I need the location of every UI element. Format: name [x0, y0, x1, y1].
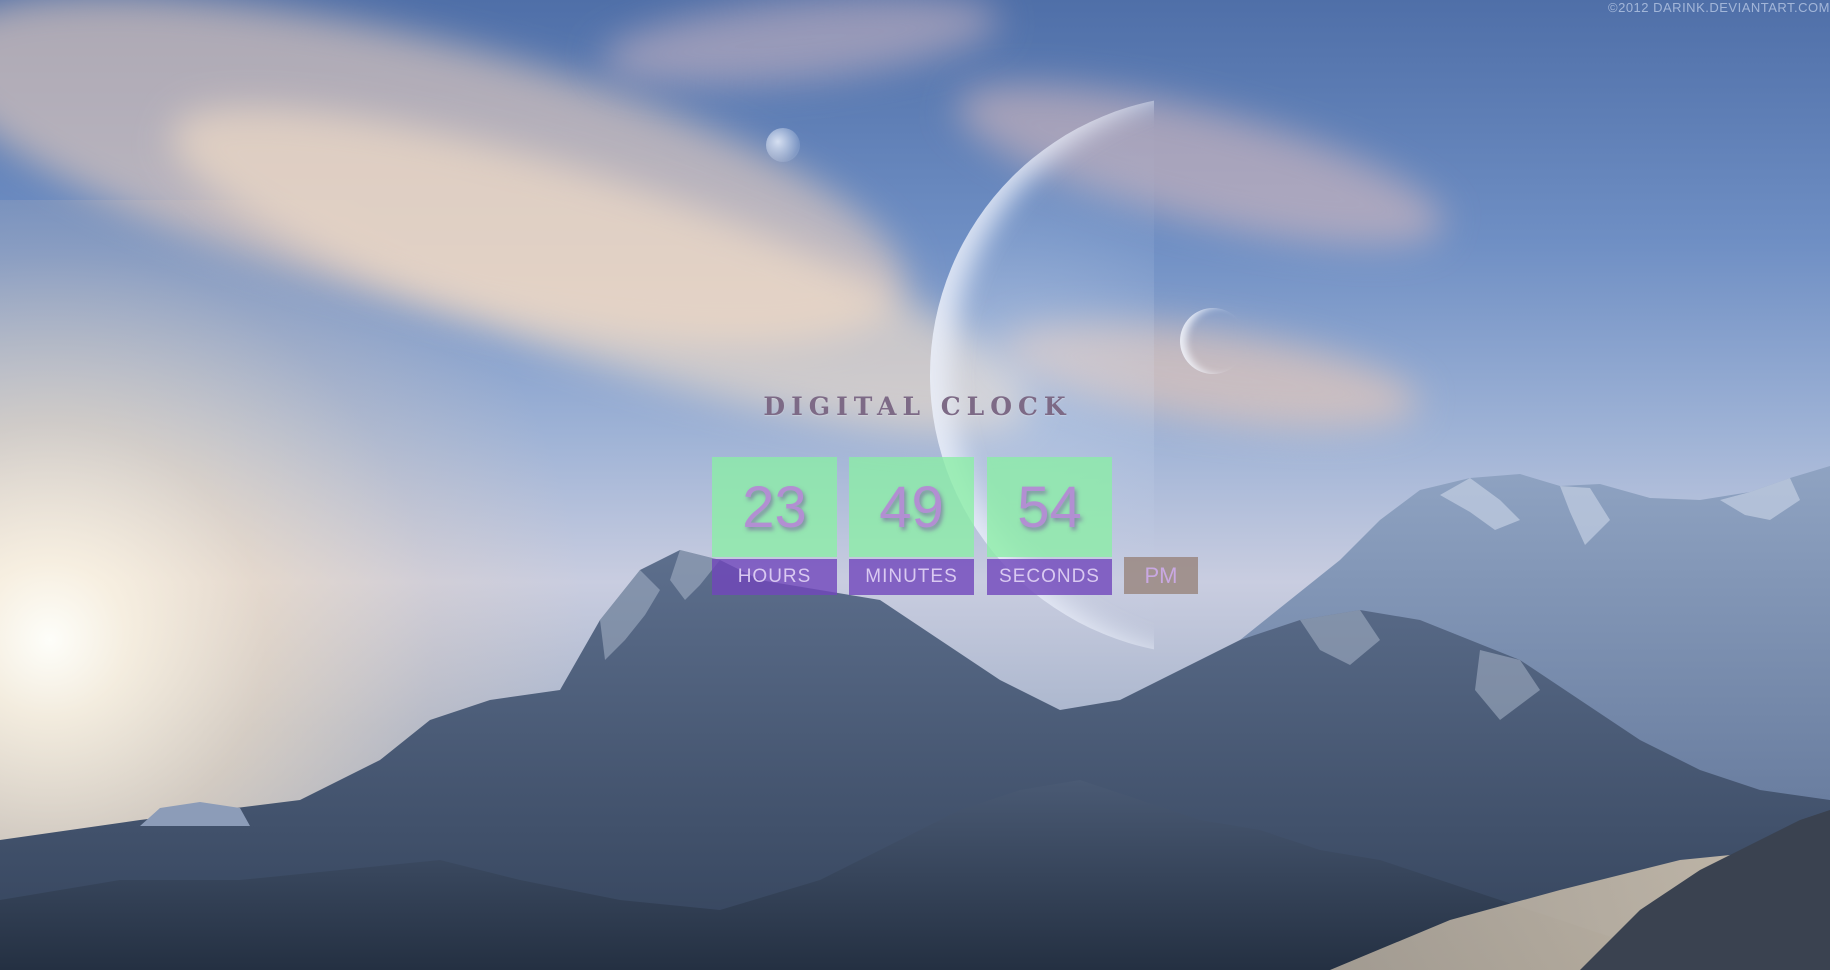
distant-hill: [140, 802, 250, 826]
hours-label: HOURS: [712, 559, 837, 595]
wallpaper-background: ©2012 DARINK.DEVIANTART.COM DIGITAL CLOC…: [0, 0, 1830, 970]
seconds-value: 54: [987, 457, 1112, 557]
seconds-label: SECONDS: [987, 559, 1112, 595]
minutes-value: 49: [849, 457, 974, 557]
hours-value: 23: [712, 457, 837, 557]
minutes-unit: 49 MINUTES: [849, 457, 974, 595]
clock-title: DIGITAL CLOCK: [763, 392, 1072, 421]
am-pm-indicator: PM: [1124, 557, 1198, 594]
hours-unit: 23 HOURS: [712, 457, 837, 595]
seconds-unit: 54 SECONDS: [987, 457, 1112, 595]
minutes-label: MINUTES: [849, 559, 974, 595]
watermark-text: ©2012 DARINK.DEVIANTART.COM: [1608, 0, 1830, 15]
